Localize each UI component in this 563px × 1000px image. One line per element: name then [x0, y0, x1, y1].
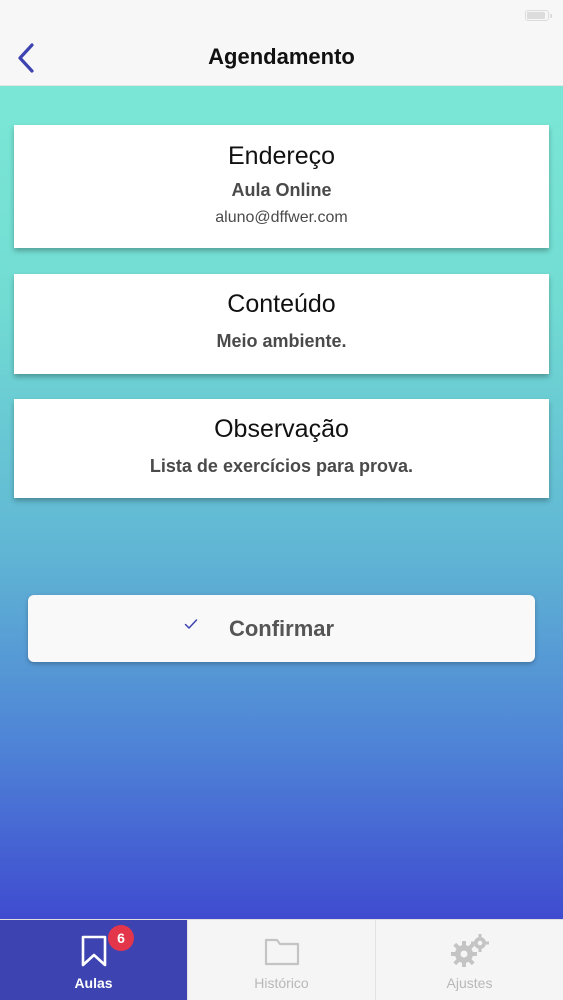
page-title: Agendamento [208, 44, 355, 69]
address-card: Endereço Aula Online aluno@dffwer.com [14, 125, 549, 248]
content-card: Conteúdo Meio ambiente. [14, 274, 549, 374]
card-value: Meio ambiente. [216, 331, 347, 351]
card-email: aluno@dffwer.com [215, 209, 348, 226]
card-title: Conteúdo [227, 290, 336, 318]
check-icon [184, 619, 198, 629]
tab-label: Histórico [254, 975, 309, 991]
card-value: Lista de exercícios para prova. [149, 456, 414, 476]
battery-icon [525, 10, 552, 21]
tab-label: Aulas [74, 975, 113, 991]
card-value: Aula Online [231, 180, 332, 200]
tab-bar: 6 Aulas Histórico Ajustes [0, 919, 563, 1000]
tab-historico[interactable]: Histórico [188, 920, 376, 1000]
app-screen: Agendamento Endereço Aula Online aluno@d… [0, 0, 563, 1000]
card-title: Endereço [227, 142, 336, 170]
bookmark-icon [79, 933, 109, 969]
notification-badge: 6 [108, 925, 134, 951]
card-title: Observação [214, 415, 349, 443]
folder-icon [264, 933, 300, 969]
tab-ajustes[interactable]: Ajustes [376, 920, 563, 1000]
status-bar [0, 0, 563, 30]
navigation-bar: Agendamento [0, 30, 563, 86]
tab-label: Ajustes [446, 975, 493, 991]
confirm-label: Confirmar [228, 615, 335, 641]
observation-card: Observação Lista de exercícios para prov… [14, 399, 549, 498]
gears-icon [449, 933, 491, 969]
confirm-button[interactable]: Confirmar [28, 595, 535, 662]
tab-aulas[interactable]: 6 Aulas [0, 920, 188, 1000]
